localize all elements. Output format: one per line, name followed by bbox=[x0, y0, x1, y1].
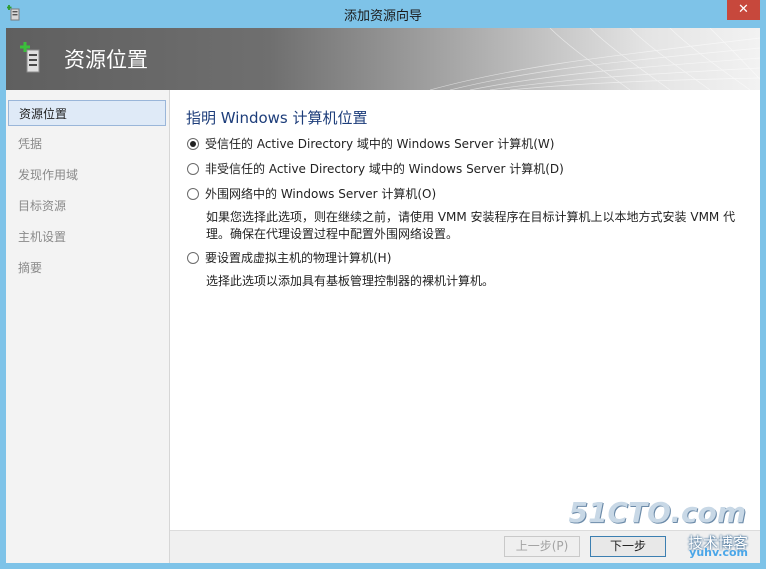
nav-step-credentials[interactable]: 凭据 bbox=[8, 131, 166, 157]
option-label: 受信任的 Active Directory 域中的 Windows Server… bbox=[205, 137, 555, 151]
option-label: 非受信任的 Active Directory 域中的 Windows Serve… bbox=[205, 162, 564, 176]
radio-selected-dot bbox=[190, 141, 196, 147]
perimeter-description-line-2: 理。确保在代理设置过程中配置外围网络设置。 bbox=[206, 227, 459, 241]
nav-step-discovery-scope[interactable]: 发现作用域 bbox=[8, 162, 166, 188]
add-server-icon bbox=[20, 42, 40, 73]
wizard-step-nav: 资源位置 凭据 发现作用域 目标资源 主机设置 摘要 bbox=[6, 90, 170, 563]
option-label: 外围网络中的 Windows Server 计算机(O) bbox=[205, 187, 437, 201]
nav-step-summary[interactable]: 摘要 bbox=[8, 255, 166, 281]
banner: 资源位置 bbox=[6, 28, 760, 90]
banner-mesh-graphic bbox=[430, 28, 760, 90]
main-content: 指明 Windows 计算机位置 受信任的 Active Directory 域… bbox=[170, 90, 760, 530]
title-bar[interactable]: 添加资源向导 ✕ bbox=[0, 0, 766, 28]
physical-description: 选择此选项以添加具有基板管理控制器的裸机计算机。 bbox=[206, 274, 495, 288]
watermark-main: 51CTO.com bbox=[568, 496, 746, 529]
radio-button[interactable] bbox=[187, 163, 199, 175]
radio-button[interactable] bbox=[187, 138, 199, 150]
nav-step-host-settings[interactable]: 主机设置 bbox=[8, 224, 166, 250]
banner-title: 资源位置 bbox=[64, 48, 148, 72]
option-label: 要设置成虚拟主机的物理计算机(H) bbox=[205, 251, 392, 265]
radio-button[interactable] bbox=[187, 252, 199, 264]
radio-button[interactable] bbox=[187, 188, 199, 200]
watermark: 51CTO.com 技术博客 yuhv.com bbox=[569, 496, 752, 562]
previous-button[interactable]: 上一步(P) bbox=[504, 536, 580, 557]
wizard-window: 添加资源向导 ✕ 资源位置 资源位置 凭据 发现作用域 目标资源 主机设置 摘要… bbox=[0, 0, 766, 569]
nav-step-target-resources[interactable]: 目标资源 bbox=[8, 193, 166, 219]
close-button[interactable]: ✕ bbox=[727, 0, 760, 20]
watermark-site: yuhv.com bbox=[689, 546, 748, 559]
perimeter-description-line-1: 如果您选择此选项，则在继续之前，请使用 VMM 安装程序在目标计算机上以本地方式… bbox=[206, 210, 736, 224]
page-heading: 指明 Windows 计算机位置 bbox=[186, 109, 368, 127]
client-area: 资源位置 资源位置 凭据 发现作用域 目标资源 主机设置 摘要 指明 Windo… bbox=[6, 28, 760, 563]
nav-step-resource-location[interactable]: 资源位置 bbox=[8, 100, 166, 126]
window-title: 添加资源向导 bbox=[343, 9, 422, 24]
